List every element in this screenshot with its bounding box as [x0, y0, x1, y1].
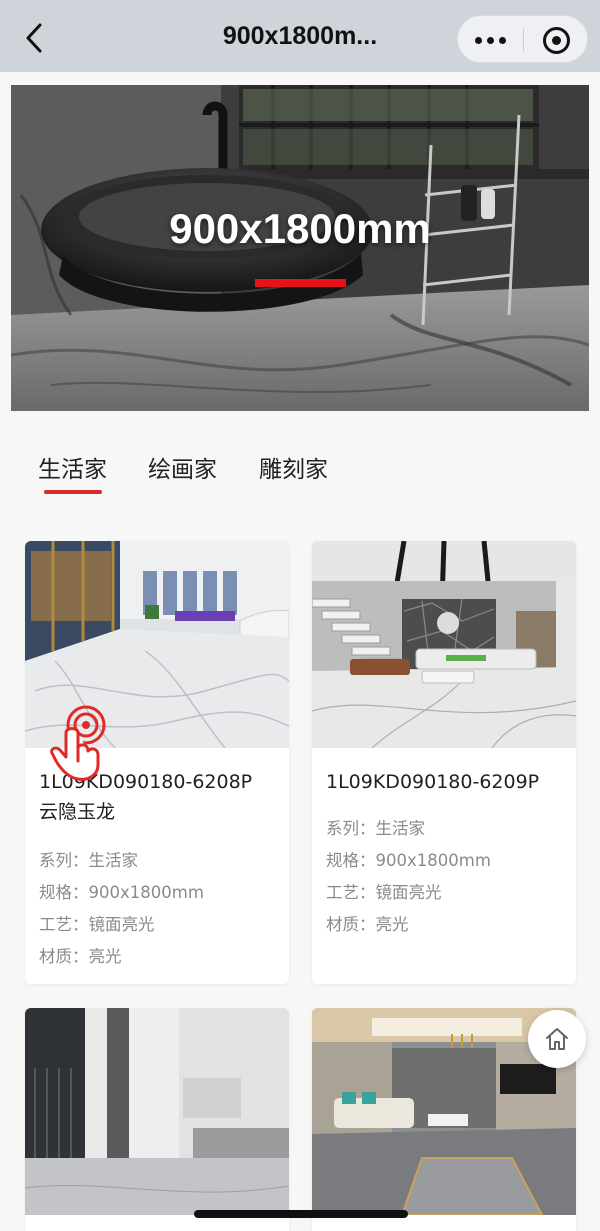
home-icon	[546, 1028, 568, 1050]
banner-title: 900x1800mm	[169, 205, 431, 252]
series-tabs: 生活家 绘画家 雕刻家	[0, 440, 600, 500]
tab-huihuajia[interactable]: 绘画家	[148, 450, 217, 484]
close-button[interactable]	[524, 16, 589, 64]
tab-shenghuojia[interactable]: 生活家	[38, 450, 107, 484]
product-image	[25, 1008, 289, 1215]
product-name: 云隐玉龙	[39, 801, 116, 823]
more-dots-icon	[473, 36, 509, 44]
tab-diaokejia[interactable]: 雕刻家	[259, 450, 328, 484]
page-title: 900x1800m...	[222, 22, 378, 50]
product-card[interactable]: 1L09KD090180-6209P 系列：生活家 规格：900x1800mm …	[312, 541, 576, 984]
home-button[interactable]	[528, 1010, 586, 1068]
product-code: 1L09KD090180-6209P	[326, 771, 540, 793]
hero-banner[interactable]: 900x1800mm	[11, 85, 589, 411]
top-navbar: 900x1800m...	[0, 0, 600, 72]
spec-finish: 工艺：镜面亮光	[326, 883, 442, 902]
spec-finish: 工艺：镜面亮光	[39, 915, 155, 934]
mini-program-capsule	[457, 15, 588, 63]
back-button[interactable]	[18, 20, 50, 56]
banner-accent-bar	[255, 279, 346, 287]
spec-size: 规格：900x1800mm	[39, 883, 204, 902]
product-card[interactable]	[25, 1008, 289, 1231]
spec-series: 系列：生活家	[39, 851, 138, 870]
chevron-left-icon	[26, 23, 42, 53]
product-image	[312, 541, 576, 748]
spec-material: 材质：亮光	[326, 915, 409, 934]
target-circle-icon	[543, 26, 570, 54]
home-indicator[interactable]	[194, 1210, 408, 1218]
spec-size: 规格：900x1800mm	[326, 851, 491, 870]
more-button[interactable]	[458, 16, 523, 64]
spec-material: 材质：亮光	[39, 947, 122, 966]
spec-series: 系列：生活家	[326, 819, 425, 838]
tap-hand-icon	[50, 705, 106, 781]
active-tab-indicator	[44, 490, 102, 494]
